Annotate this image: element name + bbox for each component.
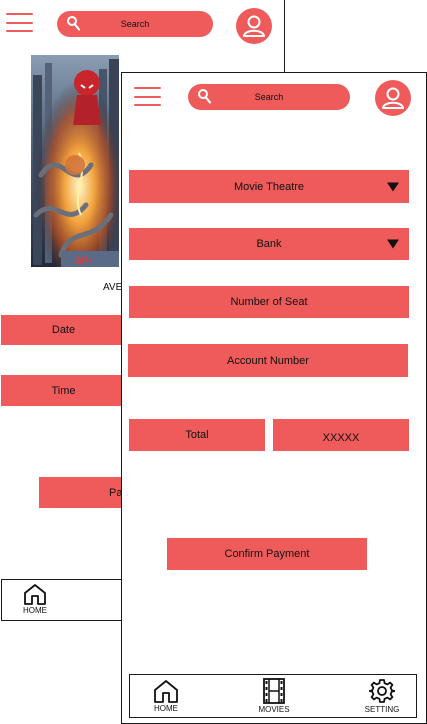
hamburger-menu-icon[interactable] [6, 13, 33, 33]
search-label: Search [120, 19, 150, 29]
nav-movies-label: MOVIES [258, 705, 290, 714]
search-bar[interactable]: Search [188, 84, 350, 110]
number-of-seat-field[interactable]: Number of Seat [129, 286, 409, 318]
gear-icon [369, 679, 395, 703]
confirm-payment-label: Confirm Payment [224, 548, 310, 560]
dropdown-caret-icon [387, 182, 399, 191]
total-value-box: XXXXX [273, 419, 409, 451]
dropdown-caret-icon [387, 239, 399, 249]
nav-movies[interactable]: MOVIES [254, 678, 294, 714]
number-of-seat-label: Number of Seat [230, 296, 308, 308]
time-label: Time [51, 384, 76, 397]
svg-text:SPI: SPI [75, 256, 91, 267]
account-number-label: Account Number [227, 354, 309, 367]
total-label: Total [185, 429, 209, 441]
pay-button[interactable]: Pa [39, 477, 129, 508]
date-label: Date [51, 324, 76, 336]
search-bar[interactable]: Search [57, 11, 213, 37]
bank-label: Bank [256, 238, 282, 250]
total-label-box: Total [129, 419, 265, 451]
home-icon [24, 584, 46, 605]
date-field[interactable]: Date [1, 315, 126, 345]
user-avatar-icon[interactable] [236, 8, 272, 44]
movie-theatre-label: Movie Theatre [233, 180, 305, 193]
search-label: Search [254, 92, 284, 102]
nav-setting-label: SETTING [364, 705, 400, 714]
nav-home-label: HOME [23, 606, 47, 615]
bottom-nav: HOME [1, 579, 136, 621]
front-screen: Search Movie Theatre Bank Number of Seat… [121, 72, 427, 724]
time-field[interactable]: Time [1, 375, 126, 406]
bank-dropdown[interactable]: Bank [129, 228, 409, 260]
nav-setting[interactable]: SETTING [360, 678, 404, 714]
hamburger-menu-icon[interactable] [134, 87, 161, 107]
account-number-field[interactable]: Account Number [128, 344, 408, 377]
movie-title: AVE [103, 282, 123, 293]
film-strip-icon [263, 678, 285, 704]
movie-poster-image[interactable]: SPI [31, 55, 119, 267]
bottom-nav: HOME MOVIES SETTING [129, 674, 417, 718]
home-icon [154, 680, 178, 703]
confirm-payment-button[interactable]: Confirm Payment [167, 538, 367, 570]
nav-home[interactable]: HOME [16, 583, 54, 615]
nav-home-label: HOME [154, 704, 178, 713]
nav-home[interactable]: HOME [146, 679, 186, 713]
total-value: XXXXX [322, 431, 360, 444]
user-avatar-icon[interactable] [375, 80, 411, 116]
movie-theatre-dropdown[interactable]: Movie Theatre [129, 170, 409, 203]
